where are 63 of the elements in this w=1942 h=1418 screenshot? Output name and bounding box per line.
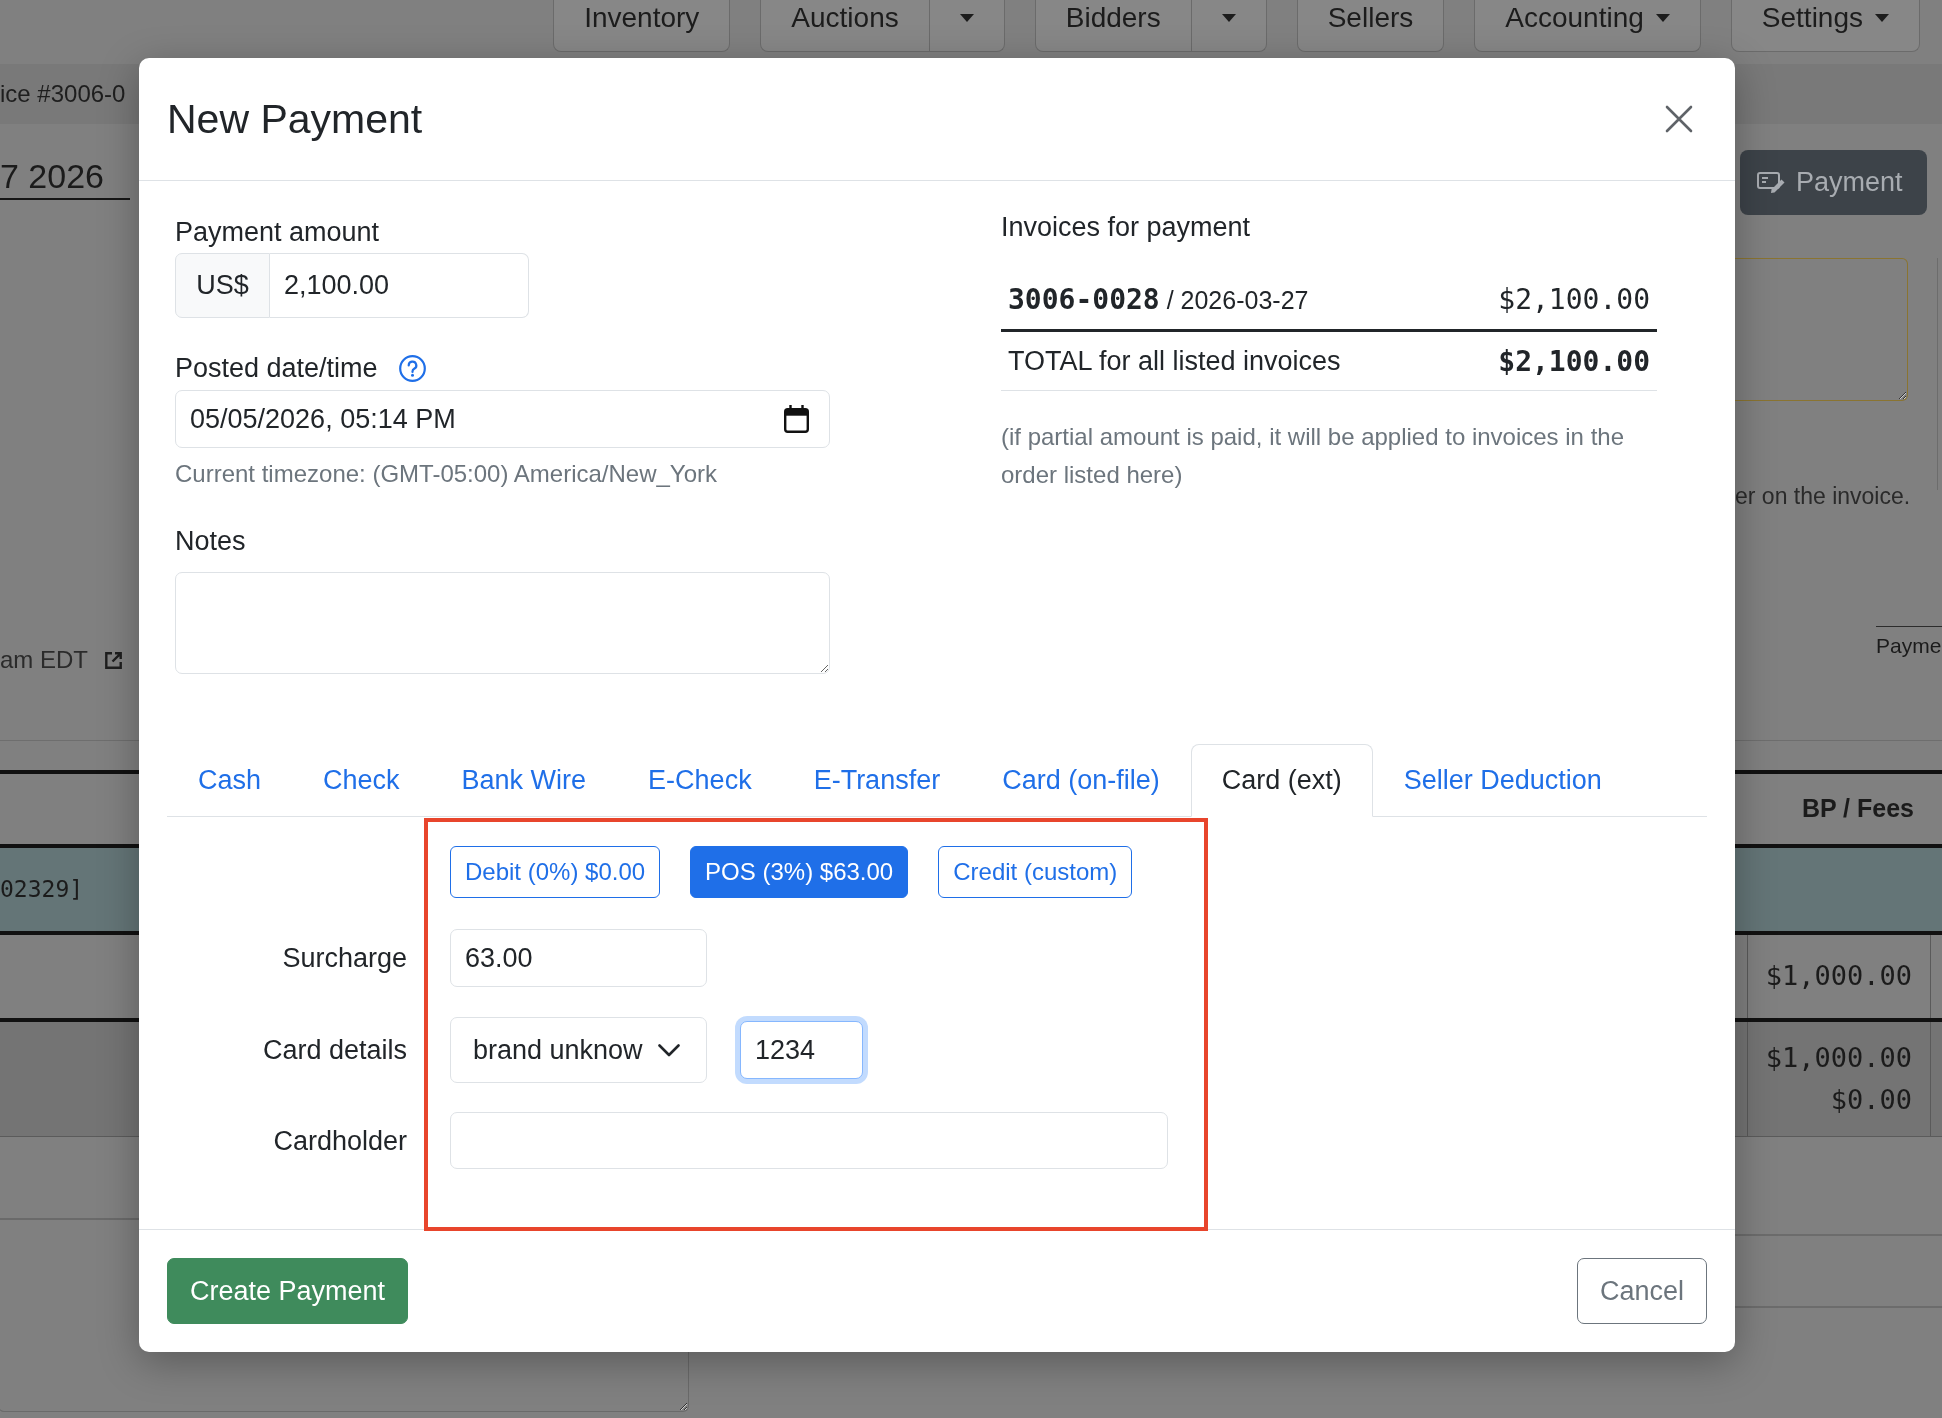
total-label: TOTAL for all listed invoices bbox=[1008, 345, 1341, 377]
date-time-input[interactable]: 05/05/2026, 05:14 PM bbox=[175, 390, 830, 448]
nav-tab[interactable]: Accounting bbox=[1474, 0, 1701, 52]
invoice-label: 3006-0028 / 2026-03-27 bbox=[1008, 283, 1309, 316]
payment-method-tab[interactable]: Seller Deduction bbox=[1372, 744, 1633, 817]
total-amount: $2,100.00 bbox=[1498, 344, 1650, 378]
table-cell: 02329] bbox=[0, 876, 84, 902]
help-icon[interactable] bbox=[398, 354, 426, 382]
calendar-icon[interactable] bbox=[784, 405, 809, 433]
payment-method-tab[interactable]: Card (on-file) bbox=[971, 744, 1191, 817]
payment-method-tab[interactable]: Card (ext) bbox=[1190, 744, 1373, 817]
dialog-title: New Payment bbox=[167, 95, 423, 144]
card-digits-input[interactable]: 1234 bbox=[740, 1021, 863, 1079]
table-cell: $1,000.00 $0.00 bbox=[1747, 1021, 1931, 1136]
caret-icon bbox=[1875, 13, 1889, 22]
surcharge-input[interactable]: 63.00 bbox=[450, 929, 707, 987]
field-label: Card details bbox=[262, 1034, 407, 1067]
currency-addon: US$ bbox=[175, 253, 270, 318]
text-area[interactable] bbox=[0, 1350, 689, 1412]
caret-icon bbox=[1221, 13, 1236, 22]
chevron-down-icon bbox=[658, 1043, 680, 1057]
field-label: Payment amount bbox=[175, 216, 380, 249]
dropdown-toggle[interactable] bbox=[1191, 0, 1267, 52]
surcharge-option[interactable]: Debit (0%) $0.00 bbox=[450, 846, 661, 898]
external-link-icon[interactable] bbox=[104, 650, 123, 670]
nav-tab[interactable]: Auctions bbox=[760, 0, 930, 52]
payment-method-tab[interactable]: Bank Wire bbox=[430, 744, 618, 817]
field-label: Cardholder bbox=[273, 1124, 407, 1158]
bill-pencil-icon bbox=[1757, 171, 1785, 194]
card-brand-select[interactable]: brand unknow bbox=[450, 1017, 707, 1083]
surcharge-option[interactable]: POS (3%) $63.00 bbox=[690, 846, 909, 898]
payment-button[interactable]: Payment bbox=[1740, 150, 1927, 215]
help-text: (if partial amount is paid, it will be applied to invoices in the order listed here) bbox=[1001, 422, 1625, 490]
submit-button[interactable]: Create Payment bbox=[167, 1258, 409, 1324]
help-text: er on the invoice. bbox=[1735, 482, 1908, 510]
help-text: Current timezone: (GMT-05:00) America/New_York bbox=[175, 459, 717, 489]
field-label: Notes bbox=[175, 525, 246, 558]
surcharge-option[interactable]: Credit (custom) bbox=[938, 846, 1133, 898]
nav-tab[interactable]: Bidders bbox=[1034, 0, 1192, 52]
page-title: ice #3006-0 bbox=[0, 80, 126, 108]
payment-method-tab[interactable]: E-Transfer bbox=[782, 744, 972, 817]
payment-method-tab[interactable]: Cash bbox=[167, 744, 293, 817]
nav-tab[interactable]: Sellers bbox=[1296, 0, 1445, 52]
table-cell: $1,000.00 bbox=[1747, 934, 1931, 1018]
cardholder-input[interactable] bbox=[450, 1112, 1168, 1169]
invoice-amount: $2,100.00 bbox=[1498, 283, 1650, 316]
section-heading: Payme bbox=[1876, 626, 1942, 659]
date-heading: 7 2026 bbox=[0, 156, 130, 200]
field-label: Posted date/time bbox=[175, 352, 378, 385]
caret-icon bbox=[959, 13, 974, 22]
payment-method-tab[interactable]: Check bbox=[292, 744, 431, 817]
column-header: BP / Fees bbox=[1801, 794, 1914, 823]
amount-input[interactable]: 2,100.00 bbox=[270, 253, 529, 318]
nav-tab[interactable]: Inventory bbox=[553, 0, 731, 52]
close-icon bbox=[1665, 105, 1693, 133]
field-label: Surcharge bbox=[282, 942, 407, 975]
caret-icon bbox=[1655, 13, 1670, 22]
nav-tab[interactable]: Settings bbox=[1730, 0, 1920, 52]
section-title: Invoices for payment bbox=[1001, 211, 1251, 244]
time-text: am EDT bbox=[0, 646, 88, 674]
cancel-button[interactable]: Cancel bbox=[1576, 1258, 1707, 1324]
payment-method-tab[interactable]: E-Check bbox=[617, 744, 783, 817]
dropdown-toggle[interactable] bbox=[929, 0, 1005, 52]
